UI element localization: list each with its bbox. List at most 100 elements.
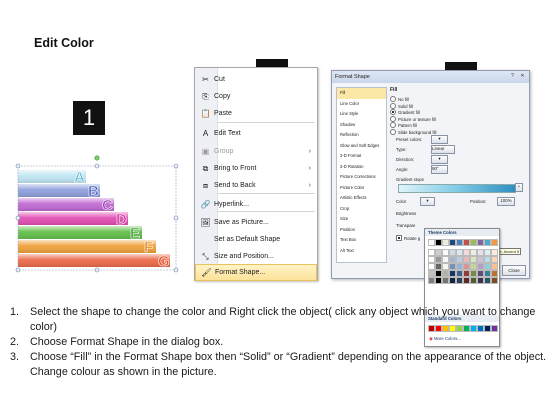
- theme-color-swatch[interactable]: [491, 270, 498, 277]
- theme-color-swatch[interactable]: [428, 270, 435, 277]
- resize-handle[interactable]: [15, 267, 21, 273]
- theme-color-swatch[interactable]: [456, 249, 463, 256]
- fill-option-slide-background-fill[interactable]: Slide background fill: [390, 128, 436, 135]
- theme-color-swatch[interactable]: [435, 249, 442, 256]
- theme-color-swatch[interactable]: [449, 263, 456, 270]
- theme-color-swatch[interactable]: [484, 249, 491, 256]
- fill-option-picture-or-texture-fill[interactable]: Picture or texture fill: [390, 115, 436, 122]
- rotation-handle[interactable]: [94, 155, 100, 161]
- preset-colors-dropdown[interactable]: ▾: [431, 135, 448, 144]
- menu-item-set-as-default-shape[interactable]: Set as Default Shape: [195, 231, 317, 248]
- nav-item-3-d-rotation[interactable]: 3-D Rotation: [337, 162, 386, 173]
- theme-color-swatch[interactable]: [463, 270, 470, 277]
- theme-color-swatch[interactable]: [484, 270, 491, 277]
- gradient-stops-bar[interactable]: [398, 184, 516, 193]
- theme-color-swatch[interactable]: [449, 270, 456, 277]
- radio-button[interactable]: [390, 102, 396, 109]
- theme-color-swatch[interactable]: [435, 256, 442, 263]
- theme-color-swatch[interactable]: [442, 256, 449, 263]
- theme-color-swatch[interactable]: [477, 277, 484, 284]
- radio-button[interactable]: [390, 115, 396, 122]
- menu-item-cut[interactable]: ✂ Cut: [195, 71, 317, 88]
- nav-item-picture-color[interactable]: Picture Color: [337, 183, 386, 194]
- theme-color-swatch[interactable]: [456, 256, 463, 263]
- radio-button[interactable]: [390, 96, 396, 102]
- theme-color-swatch[interactable]: [484, 277, 491, 284]
- menu-item-save-as-picture[interactable]: 🖼 Save as Picture...: [195, 214, 317, 231]
- fill-option-pattern-fill[interactable]: Pattern fill: [390, 122, 417, 128]
- menu-item-bring-to-front[interactable]: ⧉ Bring to Front ›: [195, 160, 317, 177]
- nav-item-glow-and-soft-edges[interactable]: Glow and Soft Edges: [337, 141, 386, 152]
- resize-handle[interactable]: [94, 267, 100, 273]
- rotate-checkbox[interactable]: [396, 235, 402, 241]
- theme-color-swatch[interactable]: [491, 256, 498, 263]
- nav-item-position[interactable]: Position: [337, 225, 386, 236]
- close-button[interactable]: Close: [502, 265, 526, 276]
- nav-item-line-color[interactable]: Line Color: [337, 99, 386, 110]
- menu-item-paste[interactable]: 📋 Paste: [195, 105, 317, 122]
- theme-color-swatch[interactable]: [442, 249, 449, 256]
- theme-color-swatch[interactable]: [449, 277, 456, 284]
- menu-item-size-and-position[interactable]: ⤡ Size and Position...: [195, 248, 317, 265]
- theme-color-swatch[interactable]: [470, 256, 477, 263]
- theme-color-swatch[interactable]: [428, 256, 435, 263]
- stacked-bars-graphic[interactable]: ABCDEFG: [10, 150, 180, 280]
- theme-color-swatch[interactable]: [477, 263, 484, 270]
- theme-color-swatch[interactable]: [435, 277, 442, 284]
- theme-color-swatch[interactable]: [463, 239, 470, 246]
- nav-item-picture-corrections[interactable]: Picture Corrections: [337, 172, 386, 183]
- theme-color-swatch[interactable]: [428, 249, 435, 256]
- nav-item-fill[interactable]: Fill: [337, 88, 386, 99]
- theme-color-swatch[interactable]: [477, 270, 484, 277]
- theme-color-swatch[interactable]: [470, 239, 477, 246]
- nav-item-3-d-format[interactable]: 3-D Format: [337, 151, 386, 162]
- nav-item-alt-text[interactable]: Alt Text: [337, 246, 386, 257]
- theme-color-swatch[interactable]: [456, 263, 463, 270]
- theme-color-swatch[interactable]: [484, 239, 491, 246]
- theme-color-swatch[interactable]: [470, 270, 477, 277]
- theme-color-swatch[interactable]: [428, 263, 435, 270]
- color-picker-button[interactable]: ▾: [420, 197, 435, 206]
- theme-color-swatch[interactable]: [484, 256, 491, 263]
- theme-color-swatch[interactable]: [456, 239, 463, 246]
- theme-color-swatch[interactable]: [463, 249, 470, 256]
- nav-item-text-box[interactable]: Text Box: [337, 235, 386, 246]
- theme-color-swatch[interactable]: [449, 249, 456, 256]
- theme-color-swatch[interactable]: [491, 239, 498, 246]
- resize-handle[interactable]: [173, 267, 179, 273]
- nav-item-artistic-effects[interactable]: Artistic Effects: [337, 193, 386, 204]
- close-x-button[interactable]: ✕: [518, 73, 527, 80]
- theme-color-swatch[interactable]: [470, 263, 477, 270]
- nav-item-crop[interactable]: Crop: [337, 204, 386, 215]
- theme-color-swatch[interactable]: [477, 249, 484, 256]
- menu-item-format-shape[interactable]: 🖌 Format Shape...: [195, 264, 317, 281]
- resize-handle[interactable]: [94, 163, 100, 169]
- theme-color-swatch[interactable]: [456, 270, 463, 277]
- theme-color-swatch[interactable]: [470, 277, 477, 284]
- theme-color-swatch[interactable]: [435, 263, 442, 270]
- theme-color-swatch[interactable]: [449, 256, 456, 263]
- fill-option-solid-fill[interactable]: Solid fill: [390, 102, 413, 109]
- theme-color-swatch[interactable]: [442, 263, 449, 270]
- radio-button[interactable]: [390, 122, 396, 128]
- theme-color-swatch[interactable]: [449, 239, 456, 246]
- theme-color-swatch[interactable]: [463, 256, 470, 263]
- theme-color-swatch[interactable]: [428, 239, 435, 246]
- theme-color-swatch[interactable]: [484, 263, 491, 270]
- radio-button[interactable]: [390, 109, 396, 115]
- theme-color-swatch[interactable]: [491, 263, 498, 270]
- theme-color-swatch[interactable]: [477, 239, 484, 246]
- menu-item-copy[interactable]: ⎘ Copy: [195, 88, 317, 105]
- direction-dropdown[interactable]: ▾: [431, 155, 448, 164]
- fill-option-gradient-fill[interactable]: Gradient fill: [390, 109, 420, 115]
- angle-input[interactable]: 90°: [431, 165, 448, 174]
- resize-handle[interactable]: [15, 215, 21, 221]
- menu-item-edit-text[interactable]: A Edit Text: [195, 125, 317, 142]
- resize-handle[interactable]: [173, 215, 179, 221]
- menu-item-group[interactable]: ▣ Group ›: [195, 143, 317, 160]
- nav-item-line-style[interactable]: Line Style: [337, 109, 386, 120]
- theme-color-swatch[interactable]: [477, 256, 484, 263]
- theme-color-swatch[interactable]: [435, 239, 442, 246]
- theme-color-swatch[interactable]: [463, 277, 470, 284]
- position-input[interactable]: 100%: [497, 197, 515, 206]
